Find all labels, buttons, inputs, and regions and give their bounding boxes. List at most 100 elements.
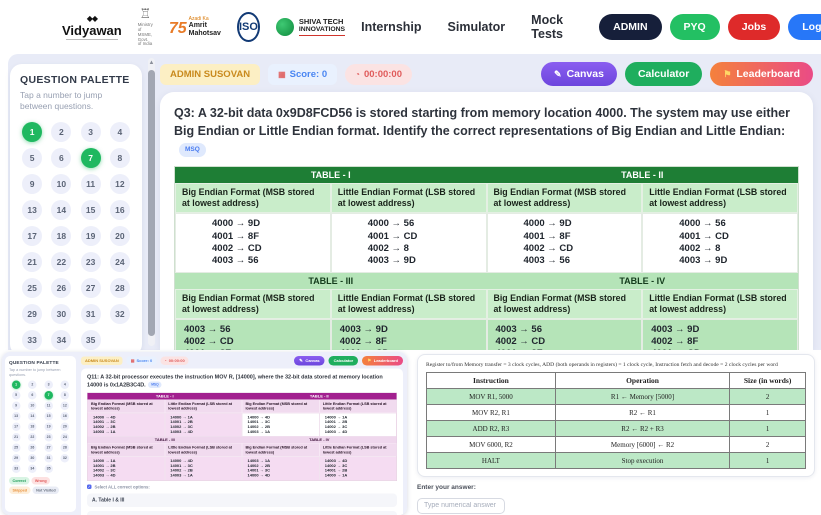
mini-canvas-button[interactable]: ✎ Canvas	[294, 356, 325, 366]
palette-number[interactable]: 33	[22, 329, 43, 350]
mini-palette-number[interactable]: 10	[28, 401, 37, 411]
palette-number[interactable]: 14	[51, 199, 72, 220]
header-action-button[interactable]: PYQ	[669, 14, 720, 40]
mini-palette-number[interactable]: 8	[60, 391, 70, 400]
palette-number[interactable]: 19	[80, 225, 101, 246]
mini-palette-number[interactable]: 32	[60, 454, 70, 463]
mini-palette-number[interactable]: 28	[60, 443, 70, 453]
mini-palette-number[interactable]: 21	[11, 433, 21, 442]
palette-number[interactable]: 13	[22, 199, 43, 220]
mini-palette-number[interactable]: 33	[11, 464, 21, 474]
palette-number[interactable]: 17	[22, 225, 43, 246]
calculator-button[interactable]: Calculator	[624, 62, 703, 86]
mini-palette-number[interactable]: 6	[28, 391, 37, 400]
mini-palette-number[interactable]: 2	[28, 380, 37, 390]
mini-palette-number[interactable]: 1	[11, 380, 21, 390]
header-action-button[interactable]: Logout	[788, 14, 821, 40]
trophy-icon: ⚑	[367, 358, 372, 363]
palette-number[interactable]: 23	[80, 251, 101, 272]
palette-number[interactable]: 7	[80, 147, 101, 168]
palette-number[interactable]: 31	[80, 303, 101, 324]
mini-palette-number[interactable]: 34	[28, 464, 37, 474]
mini-palette-number[interactable]: 7	[44, 391, 53, 400]
mini-palette-number[interactable]: 17	[11, 422, 21, 432]
mini-palette-number[interactable]: 16	[60, 412, 70, 421]
palette-number[interactable]: 2	[51, 121, 72, 142]
azadi-75: 75	[168, 19, 187, 37]
nav-link[interactable]: Mock Tests	[531, 13, 563, 41]
mini-palette-number[interactable]: 29	[11, 454, 21, 463]
palette-number[interactable]: 11	[80, 173, 101, 194]
palette-number[interactable]: 32	[109, 303, 130, 324]
mini-table-1-little-endian: 14000 → 1A 14001 → 2B 14002 → 3C 14003 →…	[164, 412, 242, 437]
palette-number[interactable]: 6	[51, 147, 72, 168]
mini-palette-number[interactable]: 20	[60, 422, 70, 432]
mini-palette-number[interactable]: 19	[44, 422, 53, 432]
palette-number[interactable]: 20	[109, 225, 130, 246]
mini-select-all-checkbox[interactable]: ✓	[87, 484, 92, 490]
palette-number[interactable]: 18	[51, 225, 72, 246]
mini-palette-number[interactable]: 4	[60, 380, 70, 390]
mini-palette-number[interactable]: 27	[44, 443, 53, 453]
palette-number[interactable]: 12	[109, 173, 130, 194]
answer-input[interactable]	[417, 497, 505, 514]
mini-palette-number[interactable]: 15	[44, 412, 53, 421]
palette-number[interactable]: 10	[51, 173, 72, 194]
answer-option[interactable]: B. Table III & IV	[87, 510, 397, 515]
mini-calculator-button[interactable]: Calculator	[328, 356, 359, 366]
palette-legend: Correct Wrong Skipped Not Visited	[9, 477, 72, 495]
palette-number[interactable]: 29	[22, 303, 43, 324]
vertical-scrollbar[interactable]: ▲	[148, 58, 155, 346]
mini-palette-number[interactable]: 5	[11, 391, 21, 400]
palette-number[interactable]: 28	[109, 277, 130, 298]
size-cell: 1	[729, 452, 806, 469]
header-action-button[interactable]: Jobs	[727, 14, 781, 40]
palette-number[interactable]: 35	[80, 329, 101, 350]
mini-palette-number[interactable]: 31	[44, 454, 53, 463]
mini-palette-number[interactable]: 22	[28, 433, 37, 442]
mini-palette-number[interactable]: 3	[44, 380, 53, 390]
palette-number[interactable]: 3	[80, 121, 101, 142]
nav-link[interactable]: Internship	[361, 13, 421, 41]
mini-palette-number[interactable]: 11	[44, 401, 53, 411]
palette-number[interactable]: 21	[22, 251, 43, 272]
little-endian-header: Little Endian Format (LSB stored at lowe…	[642, 288, 798, 319]
palette-number[interactable]: 22	[51, 251, 72, 272]
palette-number[interactable]: 34	[51, 329, 72, 350]
palette-number[interactable]: 5	[22, 147, 43, 168]
palette-number[interactable]: 1	[22, 121, 43, 142]
palette-number[interactable]: 25	[22, 277, 43, 298]
palette-number[interactable]: 9	[22, 173, 43, 194]
mini-palette-number[interactable]: 24	[60, 433, 70, 442]
table-2-little-endian: 4000 → 56 4001 → CD 4002 → 8 4003 → 9D	[642, 213, 798, 273]
mini-palette-number[interactable]: 25	[11, 443, 21, 453]
header-action-button[interactable]: ADMIN	[599, 14, 662, 40]
scroll-up-icon[interactable]: ▲	[148, 58, 155, 68]
scrollbar-thumb[interactable]	[148, 70, 155, 336]
mini-palette-number[interactable]: 13	[11, 412, 21, 421]
mini-palette-number[interactable]: 23	[44, 433, 53, 442]
palette-title: QUESTION PALETTE	[20, 74, 130, 86]
nav-link[interactable]: Simulator	[448, 13, 506, 41]
palette-number[interactable]: 30	[51, 303, 72, 324]
mini-palette-number[interactable]: 14	[28, 412, 37, 421]
mini-palette-number[interactable]: 18	[28, 422, 37, 432]
canvas-button[interactable]: ✎ Canvas	[541, 62, 617, 86]
mini-palette-number[interactable]: 12	[60, 401, 70, 411]
vidyawan-logo: ◆◆ Vidyawan	[62, 14, 122, 40]
mini-leaderboard-button[interactable]: ⚑ Leaderboard	[362, 356, 403, 366]
palette-number[interactable]: 4	[109, 121, 130, 142]
mini-palette-number[interactable]: 9	[11, 401, 21, 411]
palette-number[interactable]: 8	[109, 147, 130, 168]
palette-number[interactable]: 16	[109, 199, 130, 220]
palette-number[interactable]: 27	[80, 277, 101, 298]
mini-palette-number[interactable]: 26	[28, 443, 37, 453]
palette-number[interactable]: 24	[109, 251, 130, 272]
answer-option[interactable]: A. Table I & III	[87, 493, 397, 507]
msme-caption: Ministry of MSME, Govt. of India	[137, 22, 153, 47]
palette-number[interactable]: 15	[80, 199, 101, 220]
mini-palette-number[interactable]: 30	[28, 454, 37, 463]
mini-palette-number[interactable]: 35	[44, 464, 53, 474]
leaderboard-button[interactable]: ⚑ Leaderboard	[710, 62, 813, 86]
palette-number[interactable]: 26	[51, 277, 72, 298]
